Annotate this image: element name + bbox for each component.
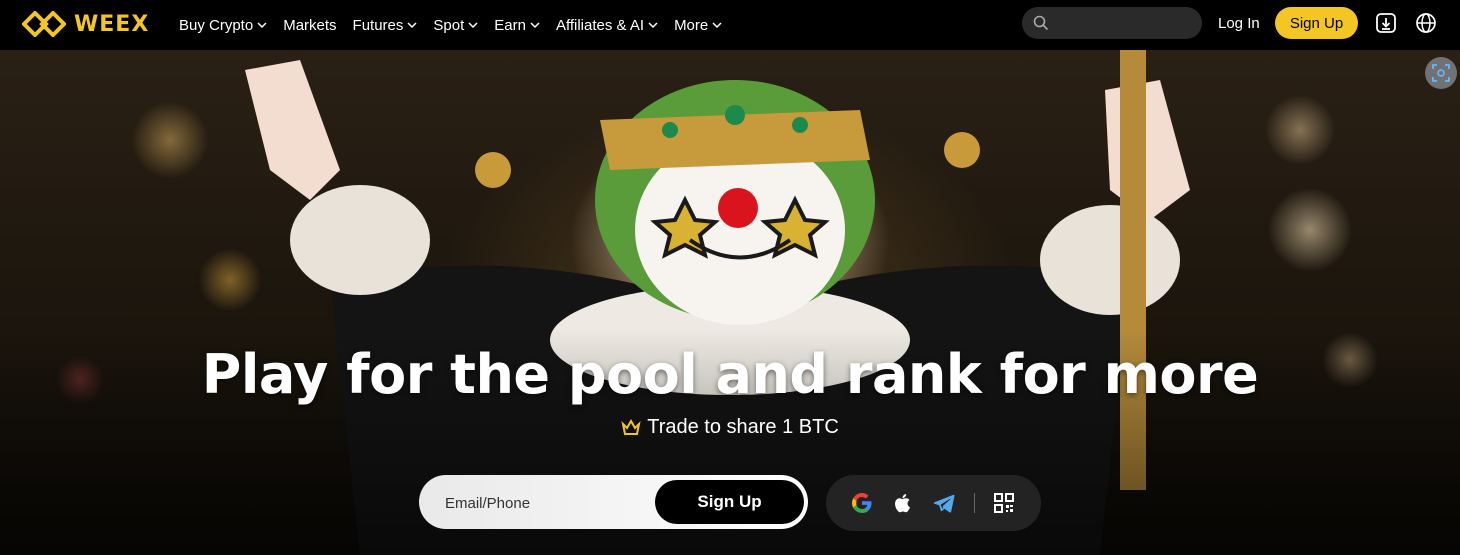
search-input[interactable] [1022, 7, 1202, 39]
hero-subline-text: Trade to share 1 BTC [647, 416, 839, 438]
search-icon [1033, 15, 1049, 31]
crown-icon [621, 418, 641, 435]
menu-markets[interactable]: Markets [283, 17, 336, 34]
menu-spot[interactable]: Spot [433, 17, 478, 34]
chevron-down-icon [468, 22, 478, 29]
menu-affiliates-ai[interactable]: Affiliates & AI [556, 17, 658, 34]
apple-icon[interactable] [891, 491, 915, 515]
menu-label: Markets [283, 16, 337, 34]
weex-logo[interactable]: WEEX [22, 10, 149, 38]
scan-icon[interactable] [1425, 57, 1457, 89]
menu-more[interactable]: More [674, 17, 722, 34]
menu-futures[interactable]: Futures [353, 17, 418, 34]
chevron-down-icon [712, 22, 722, 29]
weex-logo-icon [22, 11, 66, 37]
social-divider [974, 493, 975, 513]
globe-icon[interactable] [1415, 12, 1437, 34]
telegram-icon[interactable] [932, 491, 956, 515]
chevron-down-icon [407, 22, 417, 29]
brand-name: WEEX [74, 11, 150, 37]
menu-label: Affiliates & AI [555, 16, 645, 34]
menu-earn[interactable]: Earn [494, 17, 540, 34]
scan-glyph [1432, 64, 1450, 82]
menu-label: More [674, 16, 709, 34]
hero-signup-button[interactable]: Sign Up [655, 480, 804, 524]
menu-label: Spot [433, 16, 465, 34]
chevron-down-icon [648, 22, 658, 29]
download-icon[interactable] [1375, 12, 1397, 34]
social-login-bar [826, 475, 1041, 531]
menu-label: Earn [494, 16, 526, 34]
qr-code-icon[interactable] [992, 491, 1016, 515]
menu-buy-crypto[interactable]: Buy Crypto [179, 17, 267, 34]
menu-label: Buy Crypto [179, 16, 254, 34]
google-icon[interactable] [850, 491, 874, 515]
top-navbar: WEEX Buy Crypto Markets Futures Spot Ear… [0, 0, 1460, 50]
hero-subline: Trade to share 1 BTC [0, 416, 1460, 439]
menu-label: Futures [352, 16, 404, 34]
chevron-down-icon [257, 22, 267, 29]
main-menu: Buy Crypto Markets Futures Spot Earn Aff… [179, 0, 738, 50]
hero-headline: Play for the pool and rank for more [201, 343, 1259, 406]
chevron-down-icon [530, 22, 540, 29]
signup-form: Sign Up [419, 475, 808, 531]
login-link[interactable]: Log In [1218, 15, 1260, 32]
hero-banner: Play for the pool and rank for more Trad… [0, 50, 1460, 555]
email-phone-input[interactable] [443, 475, 647, 531]
signup-button[interactable]: Sign Up [1275, 7, 1358, 39]
